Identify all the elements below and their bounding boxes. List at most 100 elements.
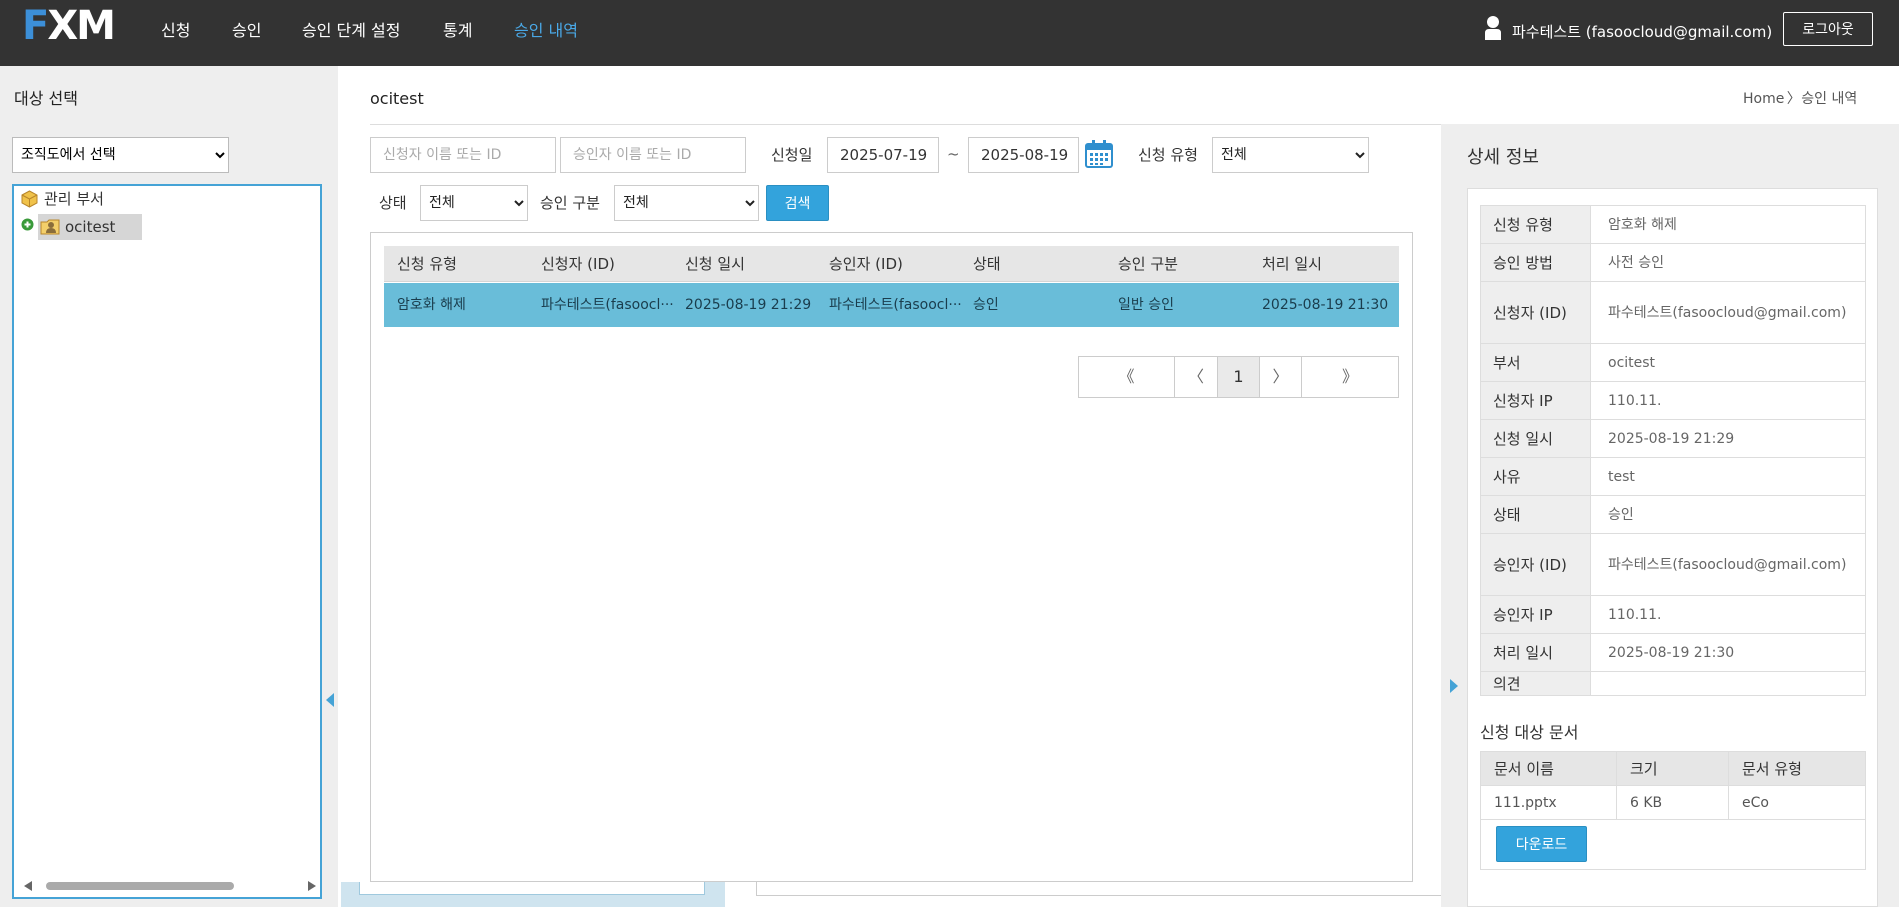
- org-tree: 관리 부서 ocitest: [12, 184, 322, 899]
- cell-status: 승인: [973, 297, 999, 313]
- detail-value: 110.11.: [1590, 381, 1866, 420]
- scroll-right-icon[interactable]: [306, 881, 316, 891]
- selected-org-name: ocitest: [370, 89, 424, 108]
- results-panel: 신청 유형 신청자 (ID) 신청 일시 승인자 (ID) 상태 승인 구분 처…: [370, 232, 1413, 882]
- detail-value: 2025-08-19 21:29: [1590, 419, 1866, 458]
- status-select[interactable]: 전체: [420, 185, 528, 221]
- breadcrumb: Home 〉 승인 내역: [1743, 88, 1857, 108]
- detail-key: 승인자 IP: [1480, 595, 1591, 634]
- prev-page-button[interactable]: 〈: [1175, 357, 1218, 397]
- status-label: 상태: [379, 194, 407, 212]
- pagination: 《 〈 1 〉 》: [1078, 356, 1399, 398]
- cell-request-type: 암호화 해제: [397, 297, 466, 313]
- calendar-icon[interactable]: [1084, 139, 1114, 169]
- table-row[interactable]: 암호화 해제 파수테스트(fasoocl··· 2025-08-19 21:29…: [384, 283, 1399, 327]
- nav-item-request[interactable]: 신청: [161, 17, 190, 41]
- scroll-left-icon[interactable]: [24, 881, 34, 891]
- nav-item-approval-history[interactable]: 승인 내역: [514, 17, 578, 41]
- column-header[interactable]: 신청 유형: [397, 246, 457, 281]
- approver-search-input[interactable]: [560, 137, 746, 173]
- column-header[interactable]: 상태: [973, 246, 1001, 281]
- search-button[interactable]: 검색: [766, 185, 829, 221]
- approval-kind-label: 승인 구분: [540, 194, 600, 212]
- target-select-panel: 대상 선택 조직도에서 선택 관리 부서 ocitest: [0, 66, 338, 907]
- tree-item-label: 관리 부서: [44, 190, 104, 208]
- detail-key: 신청자 (ID): [1480, 281, 1591, 344]
- detail-title: 상세 정보: [1467, 147, 1539, 168]
- horizontal-scrollbar[interactable]: [24, 879, 316, 893]
- detail-row: 상태 승인: [1480, 495, 1866, 534]
- user-name: 파수테스트 (fasoocloud@gmail.com): [1512, 23, 1773, 41]
- scrollbar-thumb[interactable]: [46, 882, 234, 890]
- nav-item-approval-steps[interactable]: 승인 단계 설정: [302, 17, 401, 41]
- date-range-separator: ~: [947, 145, 960, 163]
- detail-value: 사전 승인: [1590, 243, 1866, 282]
- detail-key: 부서: [1480, 343, 1591, 382]
- expand-plus-icon[interactable]: [21, 218, 34, 231]
- docs-header-row: 문서 이름 크기 문서 유형: [1480, 751, 1866, 786]
- detail-row: 승인 방법 사전 승인: [1480, 243, 1866, 282]
- detail-key: 신청 일시: [1480, 419, 1591, 458]
- detail-key: 의견: [1480, 671, 1591, 696]
- detail-key: 사유: [1480, 457, 1591, 496]
- tree-item-ocitest[interactable]: ocitest: [38, 214, 142, 240]
- detail-row: 처리 일시 2025-08-19 21:30: [1480, 633, 1866, 672]
- user-folder-icon: [40, 219, 60, 235]
- collapse-left-icon[interactable]: [325, 693, 335, 707]
- column-header: 문서 이름: [1480, 751, 1617, 786]
- nav-item-approval[interactable]: 승인: [232, 17, 261, 41]
- column-header[interactable]: 승인자 (ID): [829, 246, 903, 281]
- request-type-select[interactable]: 전체: [1212, 137, 1369, 173]
- detail-key: 처리 일시: [1480, 633, 1591, 672]
- detail-row: 신청 유형 암호화 해제: [1480, 205, 1866, 244]
- page-number-button[interactable]: 1: [1218, 357, 1260, 397]
- detail-row: 부서 ocitest: [1480, 343, 1866, 382]
- next-page-button[interactable]: 〉: [1260, 357, 1302, 397]
- detail-row: 사유 test: [1480, 457, 1866, 496]
- detail-row: 신청자 (ID) 파수테스트(fasoocloud@gmail.com): [1480, 281, 1866, 344]
- table-header: 신청 유형 신청자 (ID) 신청 일시 승인자 (ID) 상태 승인 구분 처…: [384, 246, 1399, 282]
- detail-value: ocitest: [1590, 343, 1866, 382]
- detail-key: 승인 방법: [1480, 243, 1591, 282]
- detail-value: 110.11.: [1590, 595, 1866, 634]
- column-header[interactable]: 신청자 (ID): [541, 246, 615, 281]
- request-date-label: 신청일: [771, 146, 813, 164]
- breadcrumb-home[interactable]: Home: [1743, 91, 1784, 107]
- column-header[interactable]: 처리 일시: [1262, 246, 1322, 281]
- column-header: 문서 유형: [1728, 751, 1866, 786]
- nav-item-statistics[interactable]: 통계: [443, 17, 472, 41]
- first-page-button[interactable]: 《: [1079, 357, 1175, 397]
- column-header[interactable]: 신청 일시: [685, 246, 745, 281]
- detail-row: 승인자 (ID) 파수테스트(fasoocloud@gmail.com): [1480, 533, 1866, 596]
- detail-value: 파수테스트(fasoocloud@gmail.com): [1590, 281, 1866, 344]
- chevron-right-icon: 〉: [1786, 91, 1801, 107]
- detail-row: 의견: [1480, 671, 1866, 696]
- date-to-input[interactable]: 2025-08-19: [968, 137, 1079, 173]
- cell-approver: 파수테스트(fasoocl···: [829, 297, 962, 313]
- request-type-label: 신청 유형: [1138, 146, 1198, 164]
- column-header: 크기: [1616, 751, 1729, 786]
- table-row[interactable]: 111.pptx 6 KB eCo: [1480, 785, 1866, 820]
- approval-kind-select[interactable]: 전체: [614, 185, 759, 221]
- docs-section-title: 신청 대상 문서: [1480, 723, 1579, 742]
- org-select-dropdown[interactable]: 조직도에서 선택: [12, 137, 229, 173]
- date-from-input[interactable]: 2025-07-19: [827, 137, 939, 173]
- column-header[interactable]: 승인 구분: [1118, 246, 1178, 281]
- fxm-logo[interactable]: FXM: [22, 6, 116, 46]
- download-button[interactable]: 다운로드: [1496, 826, 1587, 862]
- detail-value: 암호화 해제: [1590, 205, 1866, 244]
- cell-processed-time: 2025-08-19 21:30: [1262, 297, 1389, 313]
- detail-value: 2025-08-19 21:30: [1590, 633, 1866, 672]
- detail-key: 승인자 (ID): [1480, 533, 1591, 596]
- doc-type: eCo: [1728, 785, 1866, 820]
- logout-button[interactable]: 로그아웃: [1783, 12, 1873, 46]
- requester-search-input[interactable]: [370, 137, 556, 173]
- detail-key: 신청 유형: [1480, 205, 1591, 244]
- panel-title: 대상 선택: [14, 89, 78, 108]
- detail-value: 파수테스트(fasoocloud@gmail.com): [1590, 533, 1866, 596]
- detail-key: 상태: [1480, 495, 1591, 534]
- detail-row: 승인자 IP 110.11.: [1480, 595, 1866, 634]
- bottom-panel-box: [359, 882, 705, 895]
- last-page-button[interactable]: 》: [1302, 357, 1398, 397]
- expand-right-icon[interactable]: [1449, 679, 1459, 693]
